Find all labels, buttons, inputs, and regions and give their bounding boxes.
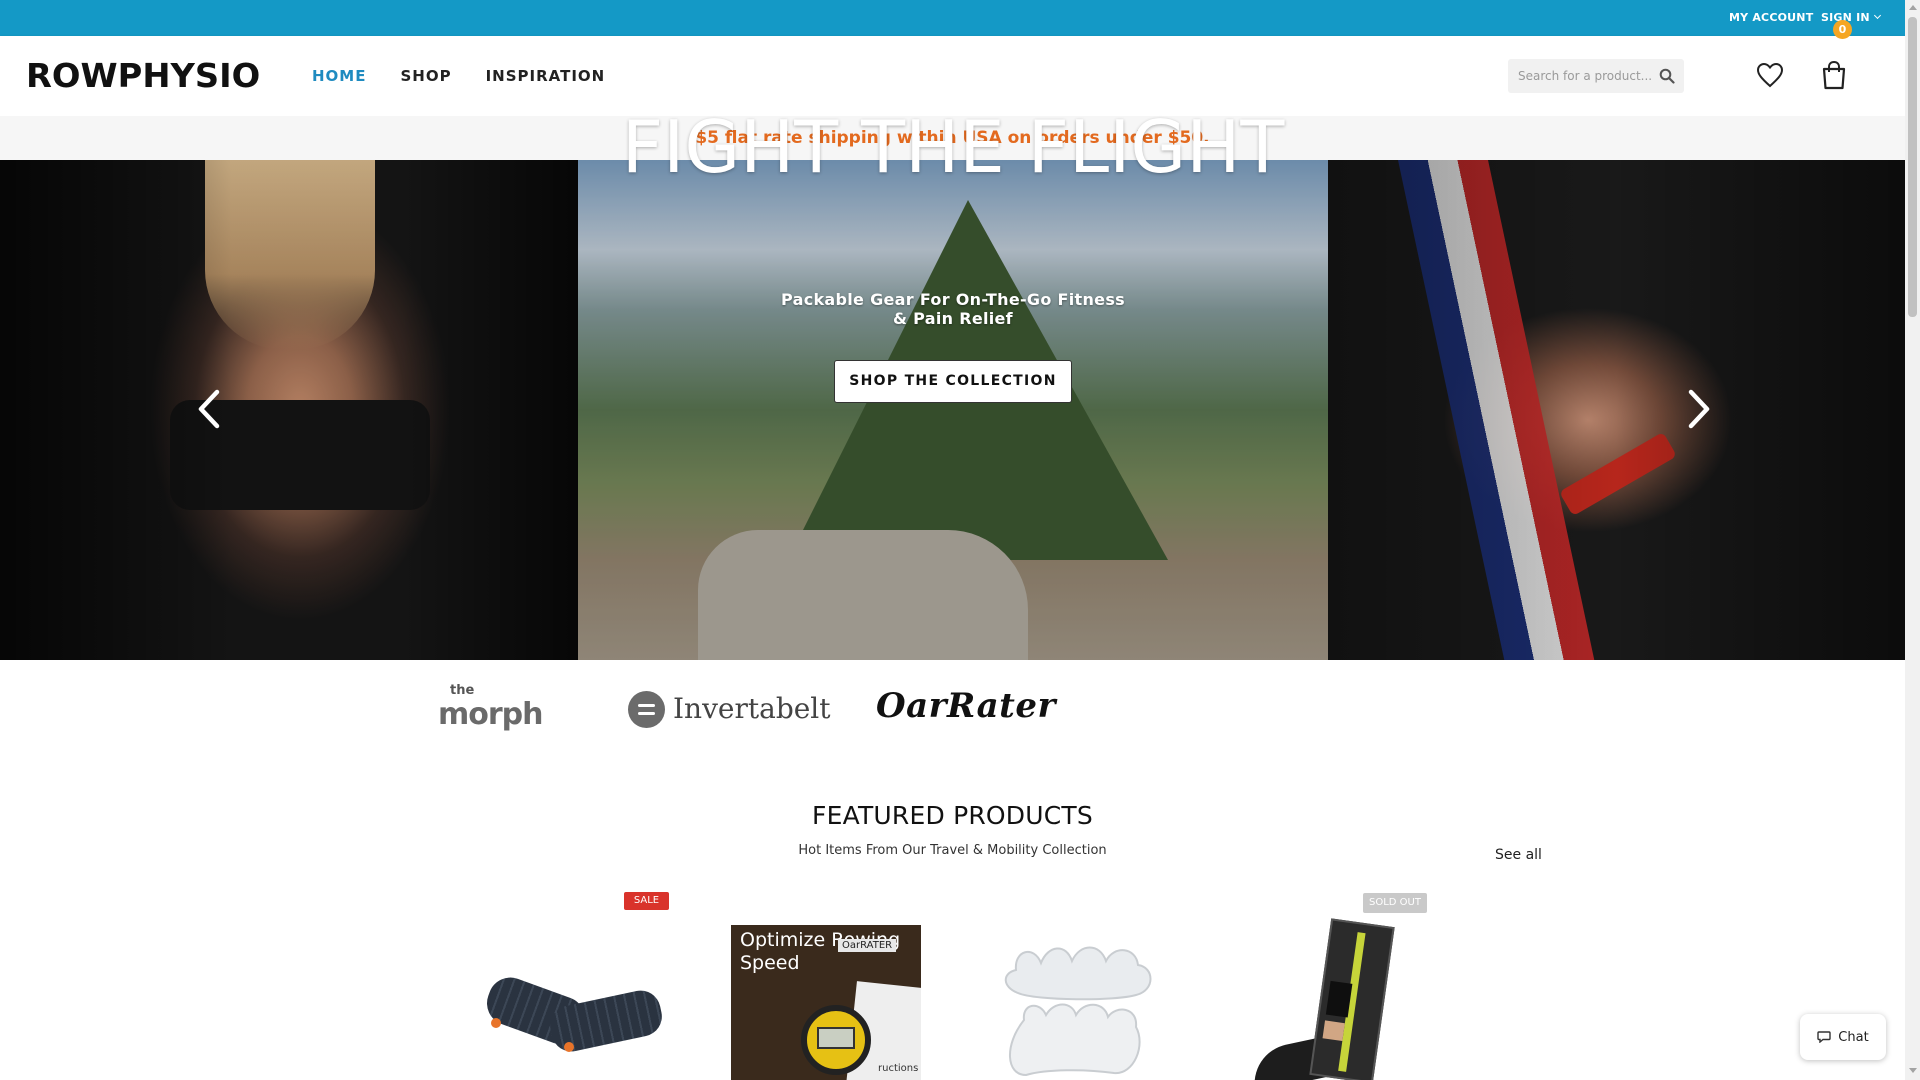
- hero-slide-next[interactable]: [1328, 160, 1905, 660]
- slide-overlay: [0, 160, 578, 660]
- brand-logo-morph[interactable]: the morph: [438, 683, 543, 735]
- shop-collection-button[interactable]: SHOP THE COLLECTION: [834, 360, 1072, 403]
- stopwatch-face: [817, 1027, 855, 1049]
- scroll-down-icon[interactable]: [1909, 1068, 1917, 1073]
- slide-overlay: [1328, 160, 1905, 660]
- search-box: [1508, 59, 1684, 93]
- arrow-right-icon[interactable]: [1678, 384, 1718, 434]
- heart-icon[interactable]: [1756, 62, 1784, 88]
- search-icon[interactable]: [1659, 68, 1675, 84]
- my-account-link[interactable]: MY ACCOUNT: [1729, 0, 1813, 36]
- page-scrollbar[interactable]: [1905, 0, 1920, 1080]
- product-card-oarrater[interactable]: Optimize Rowing Speed OarRATER ructions: [720, 890, 940, 1080]
- product-image-toe-spacer: [1004, 946, 1152, 1077]
- top-utility-bar: MY ACCOUNT SIGN IN: [0, 0, 1905, 36]
- brand-invertabelt-name: Invertabelt: [673, 692, 831, 725]
- chat-label: Chat: [1838, 1029, 1869, 1045]
- see-all-link[interactable]: See all: [1495, 847, 1542, 863]
- chat-button[interactable]: Chat: [1800, 1014, 1886, 1060]
- brand-logo-oarrater[interactable]: OarRater: [876, 686, 1056, 726]
- oarrater-box-label: OarRATER: [838, 939, 897, 952]
- product-card-toe-spacer[interactable]: [970, 890, 1190, 1080]
- cart-icon[interactable]: [1820, 60, 1848, 90]
- product-card-strength-pack[interactable]: [1220, 890, 1440, 1080]
- product-image-oarrater-box: Optimize Rowing Speed OarRATER ructions: [731, 925, 921, 1080]
- hero-title: FIGHT THE FLIGHT: [621, 105, 1285, 189]
- invertabelt-mark-icon: [628, 691, 665, 728]
- stopwatch-image: [801, 1005, 871, 1075]
- site-logo[interactable]: ROWPHYSIO: [26, 56, 260, 95]
- cart-count-badge: 0: [1833, 20, 1852, 39]
- search-input[interactable]: [1508, 59, 1653, 93]
- sold-out-badge: SOLD OUT: [1363, 893, 1427, 913]
- brand-morph-name: morph: [438, 697, 543, 732]
- chat-icon: [1817, 1031, 1831, 1043]
- roller-cap: [491, 1018, 501, 1028]
- hero-slide-current: [578, 160, 1328, 660]
- brand-morph-the: the: [450, 683, 475, 698]
- chevron-down-icon: [1873, 11, 1881, 20]
- sale-badge: SALE: [624, 892, 669, 910]
- featured-products-subheading: Hot Items From Our Travel & Mobility Col…: [798, 843, 1107, 858]
- oarrater-box-text: ructions: [878, 1063, 919, 1074]
- product-card-morph-roller[interactable]: [470, 890, 690, 1080]
- scroll-up-icon[interactable]: [1909, 5, 1917, 10]
- pack-image-foot: [1322, 1020, 1345, 1042]
- slide-overlay: [578, 160, 1328, 660]
- nav-item-home[interactable]: HOME: [312, 67, 366, 85]
- roller-cap: [564, 1042, 574, 1052]
- scrollbar-thumb[interactable]: [1908, 17, 1917, 317]
- featured-products-heading: FEATURED PRODUCTS: [812, 801, 1093, 830]
- hero-slide-previous[interactable]: [0, 160, 578, 660]
- product-image-pack: [1309, 918, 1395, 1080]
- arrow-left-icon[interactable]: [190, 384, 230, 434]
- hero-slider: [0, 160, 1905, 660]
- pack-image-shorts: [1325, 980, 1353, 1018]
- oarrater-box-title: Optimize Rowing Speed: [740, 929, 901, 974]
- nav-item-inspiration[interactable]: INSPIRATION: [486, 67, 606, 85]
- hero-subtitle: Packable Gear For On-The-Go Fitness & Pa…: [781, 290, 1125, 328]
- nav-item-shop[interactable]: SHOP: [400, 67, 451, 85]
